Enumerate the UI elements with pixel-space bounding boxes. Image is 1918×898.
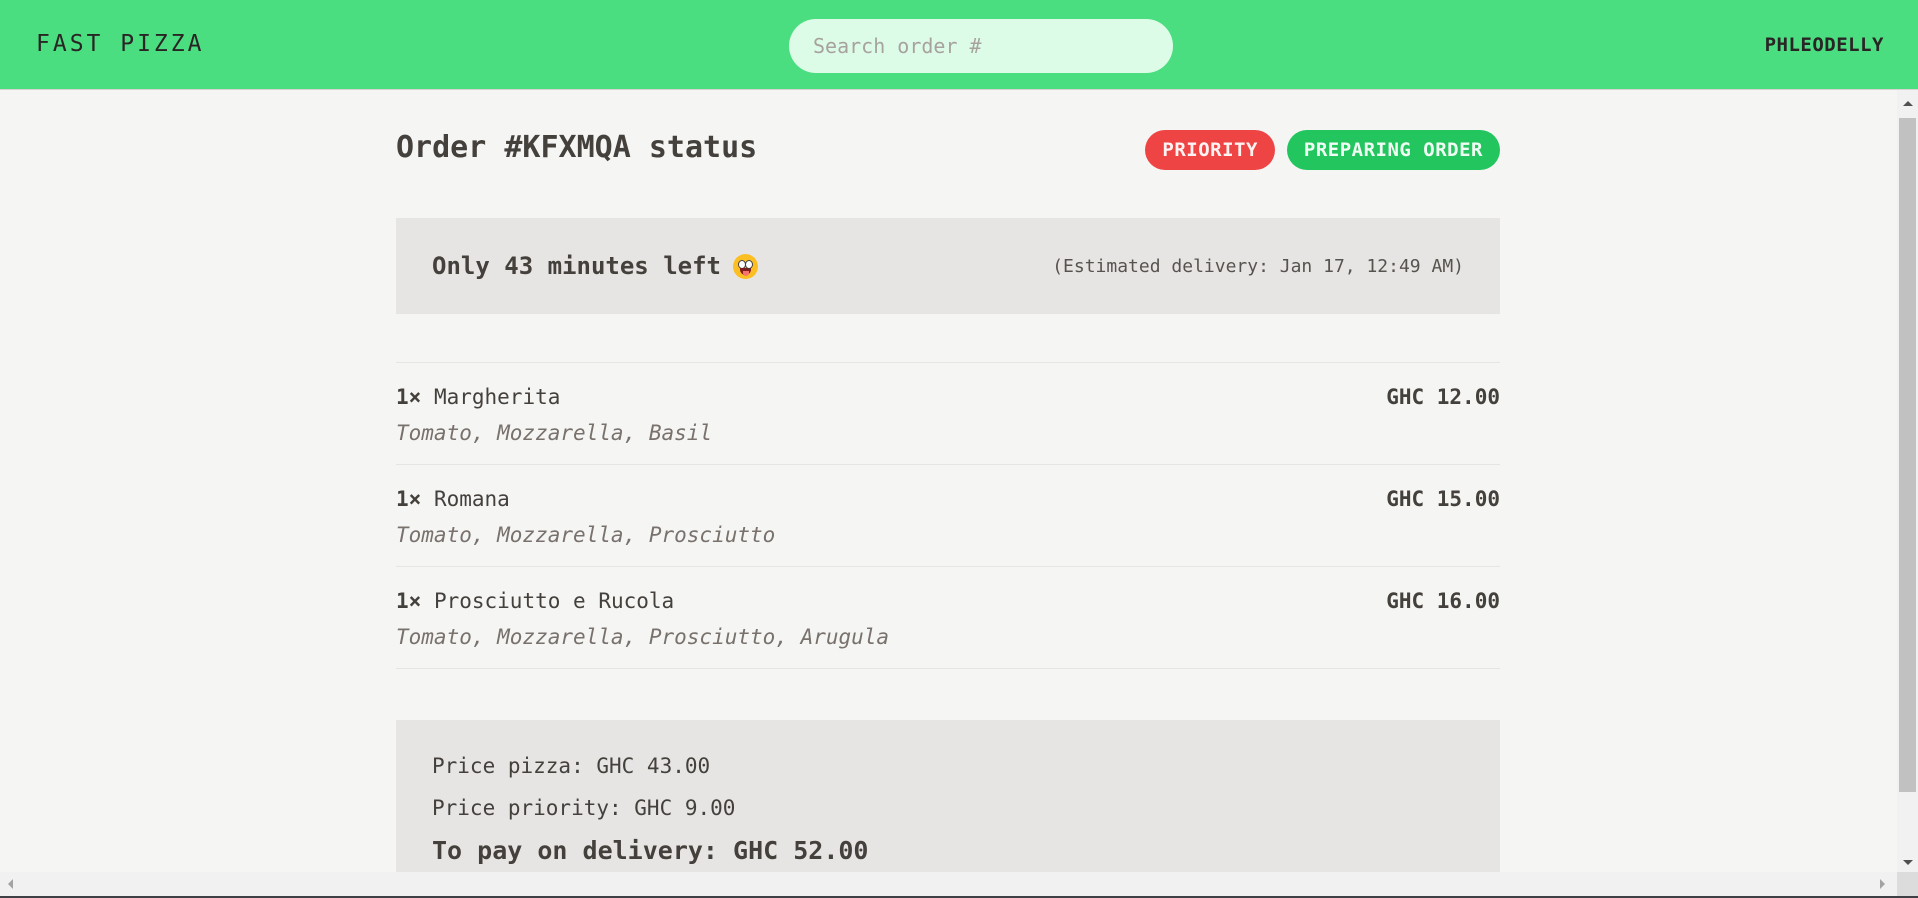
vertical-scrollbar[interactable] [1897, 90, 1918, 872]
order-items-list: 1× Margherita GHC 12.00 Tomato, Mozzarel… [396, 362, 1500, 669]
app-header: FAST PIZZA PHLEODELLY [0, 0, 1918, 90]
vertical-scroll-thumb[interactable] [1899, 118, 1916, 792]
grinning-face-with-tongue-icon [732, 253, 758, 279]
scroll-right-icon[interactable] [1880, 879, 1885, 889]
item-quantity: 1× [396, 589, 422, 613]
order-page: Order #KFXMQA status PRIORITY PREPARING … [396, 90, 1500, 872]
username: PHLEODELLY [1764, 34, 1884, 56]
list-item: 1× Romana GHC 15.00 Tomato, Mozzarella, … [396, 465, 1500, 567]
item-ingredients: Tomato, Mozzarella, Prosciutto [396, 523, 776, 547]
item-title: 1× Romana [396, 487, 510, 511]
list-item: 1× Prosciutto e Rucola GHC 16.00 Tomato,… [396, 567, 1500, 669]
price-summary-panel: Price pizza: GHC 43.00 Price priority: G… [396, 720, 1500, 872]
item-title: 1× Prosciutto e Rucola [396, 589, 674, 613]
total-to-pay: To pay on delivery: GHC 52.00 [432, 836, 869, 865]
item-price: GHC 15.00 [1386, 487, 1500, 511]
price-priority: Price priority: GHC 9.00 [432, 796, 736, 820]
scroll-down-icon[interactable] [1903, 860, 1913, 865]
item-ingredients: Tomato, Mozzarella, Basil [396, 421, 713, 445]
item-name: Prosciutto e Rucola [433, 589, 675, 613]
item-price: GHC 16.00 [1386, 589, 1500, 613]
list-item: 1× Margherita GHC 12.00 Tomato, Mozzarel… [396, 363, 1500, 465]
horizontal-scrollbar[interactable] [0, 872, 1897, 896]
item-quantity: 1× [396, 487, 422, 511]
item-quantity: 1× [396, 385, 422, 409]
time-left-text: Only 43 minutes left [432, 252, 721, 280]
status-badge: PREPARING ORDER [1286, 130, 1500, 170]
time-left: Only 43 minutes left [432, 252, 758, 280]
status-badges: PRIORITY PREPARING ORDER [1145, 130, 1500, 170]
scroll-left-icon[interactable] [8, 879, 13, 889]
page-title: Order #KFXMQA status [396, 130, 758, 165]
scroll-up-icon[interactable] [1903, 101, 1913, 106]
scrollbar-corner [1897, 872, 1918, 896]
price-pizza: Price pizza: GHC 43.00 [432, 754, 711, 778]
priority-badge: PRIORITY [1145, 130, 1275, 170]
app-logo[interactable]: FAST PIZZA [36, 31, 204, 57]
item-price: GHC 12.00 [1386, 385, 1500, 409]
estimated-delivery: (Estimated delivery: Jan 17, 12:49 AM) [1052, 256, 1464, 277]
item-name: Romana [433, 487, 510, 511]
item-name: Margherita [433, 385, 561, 409]
delivery-eta-panel: Only 43 minutes left (Estimated delivery… [396, 218, 1500, 314]
search-order-input[interactable] [789, 19, 1173, 73]
item-ingredients: Tomato, Mozzarella, Prosciutto, Arugula [396, 625, 890, 649]
item-title: 1× Margherita [396, 385, 560, 409]
